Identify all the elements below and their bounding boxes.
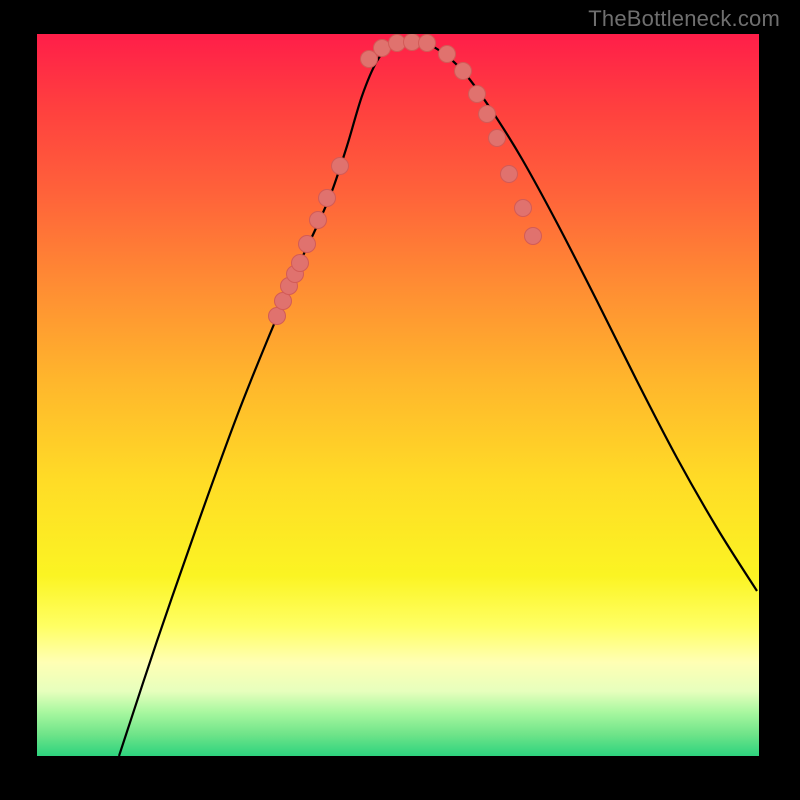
chart-gradient-background (37, 34, 759, 756)
watermark-text: TheBottleneck.com (588, 6, 780, 32)
